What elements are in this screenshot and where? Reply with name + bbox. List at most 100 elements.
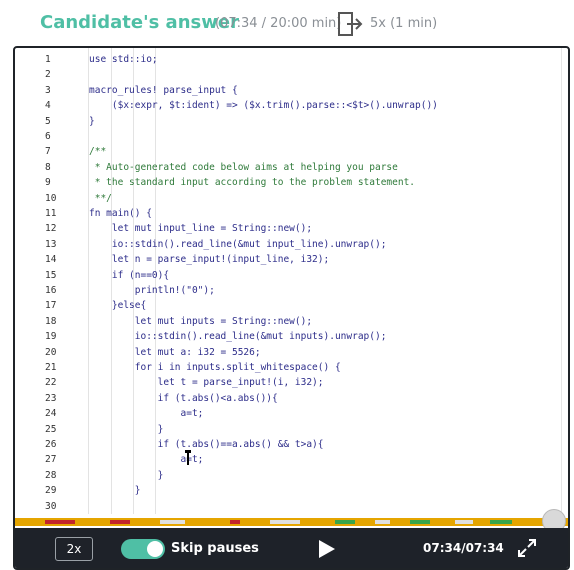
- line-text: let t = parse_input!(i, i32);: [89, 377, 324, 389]
- code-line: 17 }else{: [15, 300, 568, 315]
- line-text: }: [89, 469, 164, 481]
- line-text: /**: [89, 146, 107, 158]
- playback-controls: 2x Skip pauses 07:34/07:34: [15, 528, 568, 568]
- line-number: 3: [45, 84, 51, 96]
- code-line: 13 io::stdin().read_line(&mut input_line…: [15, 239, 568, 254]
- line-text: use std::io;: [89, 54, 158, 65]
- line-text: a=t;: [89, 408, 204, 420]
- code-line: 19 io::stdin().read_line(&mut inputs).un…: [15, 331, 568, 346]
- line-number: 18: [45, 315, 57, 327]
- code-replay-panel: 1 use std::io; 2 3 macro_rules! parse_input …: [13, 46, 570, 570]
- code-line: 1 use std::io;: [15, 54, 568, 69]
- line-number: 5: [45, 115, 51, 127]
- line-text: let n = parse_input!(input_line, i32);: [89, 254, 330, 266]
- code-editor: 1 use std::io; 2 3 macro_rules! parse_input …: [15, 48, 568, 514]
- line-number: 14: [45, 254, 57, 266]
- code-line: 11 fn main() {: [15, 208, 568, 223]
- exit-icon[interactable]: [337, 10, 365, 38]
- code-line: 9 * the standard input according to the …: [15, 177, 568, 192]
- code-line: 16 println!("0");: [15, 285, 568, 300]
- line-text: }: [89, 485, 141, 497]
- speed-button[interactable]: 2x: [55, 537, 93, 561]
- line-number: 10: [45, 192, 57, 204]
- line-text: ($x:expr, $t:ident) => ($x.trim().parse:…: [89, 100, 438, 112]
- code-line: 5}: [15, 116, 568, 131]
- code-line: 7 /**: [15, 146, 568, 161]
- line-text: for i in inputs.split_whitespace() {: [89, 362, 341, 373]
- code-line: 22 let t = parse_input!(i, i32);: [15, 377, 568, 392]
- line-number: 23: [45, 392, 57, 404]
- code-line: 6: [15, 131, 568, 146]
- line-number: 13: [45, 238, 57, 250]
- line-text: let mut a: i32 = 5526;: [89, 346, 261, 358]
- line-text: println!("0");: [89, 285, 215, 296]
- text-cursor-cap: [185, 450, 191, 453]
- line-text: io::stdin().read_line(&mut input_line).u…: [89, 238, 387, 250]
- skip-pauses-label: Skip pauses: [171, 541, 259, 556]
- page-title: Candidate's answer: [40, 12, 239, 33]
- code-line: 4 ($x:expr, $t:ident) => ($x.trim().pars…: [15, 100, 568, 115]
- line-text: if (t.abs()==a.abs() && t>a){: [89, 439, 324, 450]
- code-line: 8 * Auto-generated code below aims at he…: [15, 162, 568, 177]
- text-cursor: [187, 452, 189, 465]
- line-number: 29: [45, 485, 57, 497]
- code-line: 24 a=t;: [15, 408, 568, 423]
- elapsed-time: (07:34 / 20:00 min): [215, 16, 342, 31]
- code-line: 12 let mut input_line = String::new();: [15, 223, 568, 238]
- code-line: 15 if (n==0){: [15, 270, 568, 285]
- line-text: fn main() {: [89, 208, 152, 219]
- code-line: 20 let mut a: i32 = 5526;: [15, 347, 568, 362]
- line-number: 15: [45, 269, 57, 281]
- line-number: 11: [45, 208, 57, 219]
- line-text: io::stdin().read_line(&mut inputs).unwra…: [89, 331, 387, 343]
- line-number: 25: [45, 423, 57, 435]
- code-line: 26 if (t.abs()==a.abs() && t>a){: [15, 439, 568, 454]
- line-text: **/: [89, 192, 112, 204]
- code-line: 28 }: [15, 470, 568, 485]
- line-number: 30: [45, 500, 57, 512]
- line-number: 19: [45, 331, 57, 343]
- line-number: 12: [45, 223, 57, 235]
- replay-timeline[interactable]: [15, 518, 568, 526]
- skip-pauses-toggle[interactable]: [121, 539, 165, 559]
- code-line: 2: [15, 69, 568, 84]
- line-number: 2: [45, 69, 51, 81]
- line-number: 6: [45, 131, 51, 142]
- code-line: 3 macro_rules! parse_input {: [15, 85, 568, 100]
- toggle-knob: [147, 541, 163, 557]
- line-number: 9: [45, 177, 51, 189]
- play-icon[interactable]: [315, 538, 337, 560]
- line-number: 16: [45, 285, 57, 296]
- code-line: 18 let mut inputs = String::new();: [15, 316, 568, 331]
- line-number: 27: [45, 454, 57, 466]
- playback-speed-info: 5x (1 min): [370, 16, 438, 31]
- code-line: 27 a=t;: [15, 454, 568, 469]
- line-number: 1: [45, 54, 51, 65]
- line-text: if (n==0){: [89, 269, 170, 281]
- line-text: * the standard input according to the pr…: [89, 177, 416, 189]
- line-number: 8: [45, 161, 51, 173]
- code-line: 14 let n = parse_input!(input_line, i32)…: [15, 254, 568, 269]
- line-text: let mut input_line = String::new();: [89, 223, 313, 235]
- line-number: 22: [45, 377, 57, 389]
- code-line: 10 **/: [15, 193, 568, 208]
- line-text: * Auto-generated code below aims at help…: [89, 161, 398, 173]
- line-number: 7: [45, 146, 51, 158]
- line-number: 28: [45, 469, 57, 481]
- player-header: Candidate's answer (07:34 / 20:00 min) 5…: [0, 0, 574, 46]
- code-line: 21 for i in inputs.split_whitespace() {: [15, 362, 568, 377]
- line-text: let mut inputs = String::new();: [89, 315, 313, 327]
- line-number: 17: [45, 300, 57, 312]
- code-line: 29 }: [15, 485, 568, 500]
- code-line: 30: [15, 501, 568, 516]
- fullscreen-icon[interactable]: [517, 538, 537, 558]
- line-text: }: [89, 423, 164, 435]
- line-text: }else{: [89, 300, 147, 312]
- line-number: 26: [45, 439, 57, 450]
- code-line: 23 if (t.abs()<a.abs()){: [15, 393, 568, 408]
- line-text: if (t.abs()<a.abs()){: [89, 392, 278, 404]
- code-line: 25 }: [15, 424, 568, 439]
- line-number: 21: [45, 362, 57, 373]
- line-number: 24: [45, 408, 57, 420]
- line-text: macro_rules! parse_input {: [89, 84, 238, 96]
